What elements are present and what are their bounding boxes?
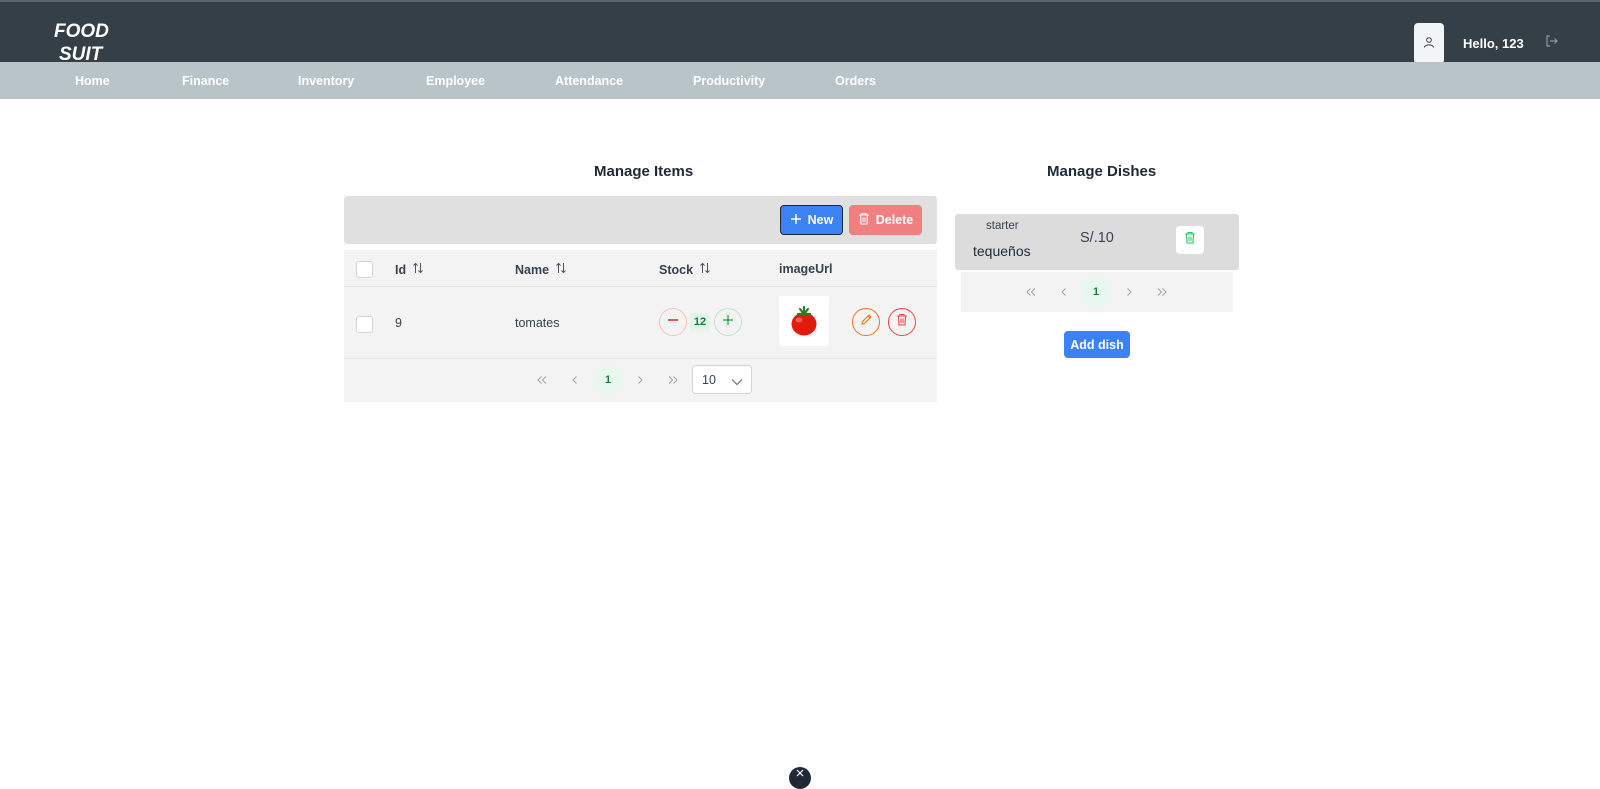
sort-icon	[555, 262, 567, 277]
nav-finance[interactable]: Finance	[182, 74, 229, 88]
delete-item-button[interactable]	[888, 308, 916, 336]
trash-icon	[896, 313, 908, 331]
column-label-stock: Stock	[659, 262, 694, 277]
select-all-checkbox[interactable]	[356, 261, 373, 278]
dish-price: S/.10	[1080, 230, 1114, 246]
column-header-id[interactable]: Id	[395, 262, 424, 277]
first-page-button[interactable]	[1021, 282, 1041, 302]
floating-widget-button[interactable]	[789, 767, 811, 789]
column-label-name: Name	[515, 262, 550, 277]
dish-card[interactable]: starter tequeños S/.10	[955, 214, 1239, 270]
nav-orders[interactable]: Orders	[835, 74, 876, 88]
delete-items-button[interactable]: Delete	[849, 205, 922, 235]
increase-stock-button[interactable]	[714, 308, 742, 336]
nav-home[interactable]: Home	[75, 74, 110, 88]
manage-items-title: Manage Items	[594, 163, 694, 180]
stock-value: 12	[690, 313, 710, 331]
logout-button[interactable]	[1544, 34, 1560, 53]
chevron-right-icon	[636, 373, 644, 388]
last-page-button[interactable]	[663, 370, 683, 390]
delete-dish-button[interactable]	[1176, 226, 1204, 254]
close-icon	[796, 769, 804, 779]
double-chevron-left-icon	[536, 373, 548, 388]
first-page-button[interactable]	[532, 370, 552, 390]
dish-category: starter	[986, 220, 1019, 232]
trash-icon	[858, 212, 870, 228]
items-pagination: 1 10	[344, 358, 937, 402]
column-label-imageurl: imageUrl	[779, 262, 833, 276]
items-table: Id Name Stock imageUrl 9 tomates 12 1 10	[344, 250, 937, 402]
table-header: Id Name Stock imageUrl	[344, 250, 937, 287]
nav-employee[interactable]: Employee	[426, 74, 485, 88]
nav-inventory[interactable]: Inventory	[298, 74, 354, 88]
row-checkbox[interactable]	[356, 316, 373, 333]
user-icon	[1423, 35, 1435, 53]
delete-items-label: Delete	[875, 213, 914, 227]
next-page-button[interactable]	[1119, 282, 1139, 302]
pencil-icon	[860, 313, 873, 331]
edit-item-button[interactable]	[852, 308, 880, 336]
logo[interactable]: FOOD SUIT	[54, 20, 109, 66]
rows-per-page-select[interactable]: 10	[692, 365, 752, 394]
dish-name: tequeños	[973, 243, 1031, 259]
next-page-button[interactable]	[630, 370, 650, 390]
prev-page-button[interactable]	[1054, 282, 1074, 302]
column-header-stock[interactable]: Stock	[659, 262, 711, 277]
chevron-down-icon	[731, 375, 743, 389]
prev-page-button[interactable]	[565, 370, 585, 390]
minus-icon	[667, 313, 679, 331]
nav-attendance[interactable]: Attendance	[555, 74, 623, 88]
dishes-pagination: 1	[961, 272, 1233, 312]
decrease-stock-button[interactable]	[659, 308, 687, 336]
main-nav: Home Finance Inventory Employee Attendan…	[0, 62, 1600, 99]
plus-icon	[790, 213, 802, 228]
column-label-id: Id	[395, 262, 407, 277]
greeting-text: Hello, 123	[1463, 36, 1524, 51]
column-header-imageurl: imageUrl	[779, 262, 833, 276]
rows-per-page-value: 10	[702, 373, 716, 387]
current-page[interactable]: 1	[593, 365, 623, 395]
add-dish-button[interactable]: Add dish	[1064, 331, 1130, 358]
double-chevron-right-icon	[667, 373, 679, 388]
top-bar: FOOD SUIT Hello, 123	[0, 0, 1600, 65]
chevron-right-icon	[1125, 285, 1133, 300]
tomato-image	[791, 305, 817, 336]
logo-line-1: FOOD	[54, 21, 109, 42]
user-profile-button[interactable]	[1414, 23, 1444, 64]
item-image	[779, 296, 829, 346]
sort-icon	[412, 262, 424, 277]
trash-icon	[1184, 231, 1196, 249]
table-row[interactable]: 9 tomates 12	[344, 286, 937, 359]
new-item-button[interactable]: New	[780, 205, 843, 235]
current-page[interactable]: 1	[1081, 277, 1111, 307]
last-page-button[interactable]	[1152, 282, 1172, 302]
column-header-name[interactable]: Name	[515, 262, 567, 277]
double-chevron-left-icon	[1025, 285, 1037, 300]
sort-icon	[699, 262, 711, 277]
double-chevron-right-icon	[1156, 285, 1168, 300]
manage-dishes-title: Manage Dishes	[1047, 163, 1157, 180]
chevron-left-icon	[1060, 285, 1068, 300]
item-name: tomates	[515, 316, 560, 330]
plus-icon	[722, 313, 734, 331]
nav-productivity[interactable]: Productivity	[693, 74, 765, 88]
logout-icon	[1545, 34, 1559, 53]
new-item-label: New	[807, 213, 834, 227]
chevron-left-icon	[571, 373, 579, 388]
item-id: 9	[395, 316, 402, 330]
